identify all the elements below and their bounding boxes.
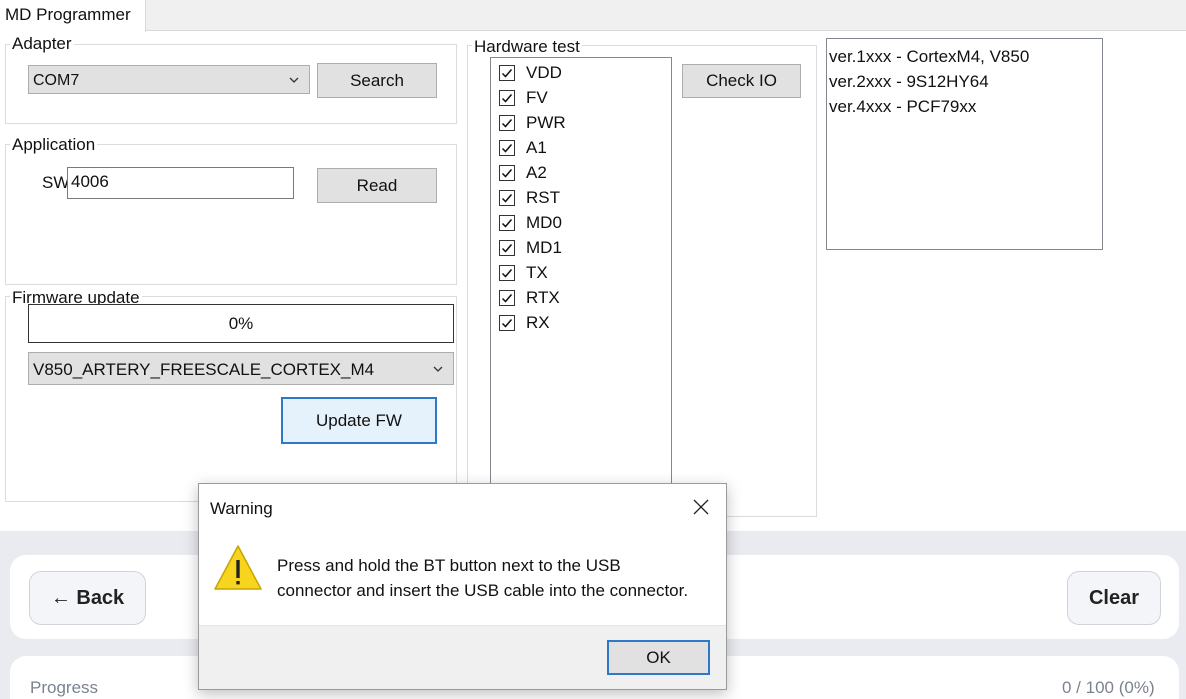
version-item[interactable]: ver.2xxx - 9S12HY64 (829, 69, 1100, 94)
check-icon (501, 319, 513, 328)
dialog-message: Press and hold the BT button next to the… (277, 553, 688, 603)
checkbox-a1[interactable] (499, 140, 515, 156)
dialog-title: Warning (210, 499, 273, 518)
firmware-target-select[interactable]: V850_ARTERY_FREESCALE_CORTEX_M4 (28, 352, 454, 385)
check-icon (501, 169, 513, 178)
progress-label: Progress (30, 678, 99, 697)
port-select-value: COM7 (33, 72, 80, 89)
check-icon (501, 69, 513, 78)
update-fw-button[interactable]: Update FW (281, 397, 437, 444)
check-icon (501, 269, 513, 278)
warning-icon (214, 545, 262, 590)
version-item[interactable]: ver.4xxx - PCF79xx (829, 94, 1100, 119)
dialog-message-line-2: connector and insert the USB cable into … (277, 581, 689, 600)
version-list[interactable]: ver.1xxx - CortexM4, V850 ver.2xxx - 9S12… (826, 38, 1103, 250)
signal-label: A1 (526, 138, 547, 157)
read-button[interactable]: Read (317, 168, 437, 203)
checkbox-md0[interactable] (499, 215, 515, 231)
tab-md-programmer[interactable]: MD Programmer (0, 0, 146, 32)
version-item[interactable]: ver.1xxx - CortexM4, V850 (829, 44, 1100, 69)
signal-label: RTX (526, 288, 560, 307)
signal-item-a1[interactable]: A1 (499, 137, 547, 159)
search-button[interactable]: Search (317, 63, 437, 98)
firmware-progress-bar: 0% (28, 304, 454, 343)
signal-item-rx[interactable]: RX (499, 312, 550, 334)
checkbox-pwr[interactable] (499, 115, 515, 131)
checkbox-md1[interactable] (499, 240, 515, 256)
dialog-footer: OK (199, 625, 726, 689)
check-icon (501, 119, 513, 128)
check-icon (501, 219, 513, 228)
adapter-group-title: Adapter (10, 34, 74, 53)
warning-dialog: Warning Press and hold the BT button nex… (198, 483, 727, 690)
signal-item-fv[interactable]: FV (499, 87, 548, 109)
chevron-down-icon (289, 77, 299, 83)
back-button[interactable]: ← Back (29, 571, 146, 625)
checkbox-a2[interactable] (499, 165, 515, 181)
checkbox-vdd[interactable] (499, 65, 515, 81)
signal-item-md1[interactable]: MD1 (499, 237, 562, 259)
checkbox-tx[interactable] (499, 265, 515, 281)
chevron-down-icon (433, 366, 443, 372)
check-icon (501, 144, 513, 153)
checkbox-rst[interactable] (499, 190, 515, 206)
checkbox-rx[interactable] (499, 315, 515, 331)
firmware-target-value: V850_ARTERY_FREESCALE_CORTEX_M4 (33, 360, 375, 379)
check-icon (501, 244, 513, 253)
port-select[interactable]: COM7 (28, 65, 310, 94)
signal-label: RST (526, 188, 560, 207)
application-group-title: Application (10, 135, 98, 154)
md-programmer-window: MD Programmer Adapter COM7 Search Applic… (0, 0, 1186, 531)
signal-checklist[interactable]: VDD FV PWR A1 A2 RST MD0 MD1 TX RTX RX (490, 57, 672, 507)
signal-label: FV (526, 88, 548, 107)
signal-item-md0[interactable]: MD0 (499, 212, 562, 234)
check-icon (501, 194, 513, 203)
signal-label: A2 (526, 163, 547, 182)
check-icon (501, 94, 513, 103)
signal-label: TX (526, 263, 548, 282)
check-icon (501, 294, 513, 303)
dialog-message-line-1: Press and hold the BT button next to the… (277, 556, 621, 575)
checkbox-fv[interactable] (499, 90, 515, 106)
signal-label: MD1 (526, 238, 562, 257)
clear-button[interactable]: Clear (1067, 571, 1161, 625)
application-group (5, 144, 457, 285)
signal-label: MD0 (526, 213, 562, 232)
tab-strip: MD Programmer (0, 0, 1186, 32)
signal-item-vdd[interactable]: VDD (499, 62, 562, 84)
signal-item-rst[interactable]: RST (499, 187, 560, 209)
sw-input[interactable]: 4006 (67, 167, 294, 199)
ok-button[interactable]: OK (607, 640, 710, 675)
signal-label: PWR (526, 113, 566, 132)
signal-item-tx[interactable]: TX (499, 262, 548, 284)
signal-item-pwr[interactable]: PWR (499, 112, 566, 134)
signal-item-rtx[interactable]: RTX (499, 287, 560, 309)
checkbox-rtx[interactable] (499, 290, 515, 306)
hardware-group-title: Hardware test (472, 37, 582, 56)
check-io-button[interactable]: Check IO (682, 64, 801, 98)
progress-count: 0 / 100 (0%) (1062, 678, 1155, 697)
signal-item-a2[interactable]: A2 (499, 162, 547, 184)
close-icon[interactable] (691, 497, 711, 517)
signal-label: RX (526, 313, 550, 332)
signal-label: VDD (526, 63, 562, 82)
